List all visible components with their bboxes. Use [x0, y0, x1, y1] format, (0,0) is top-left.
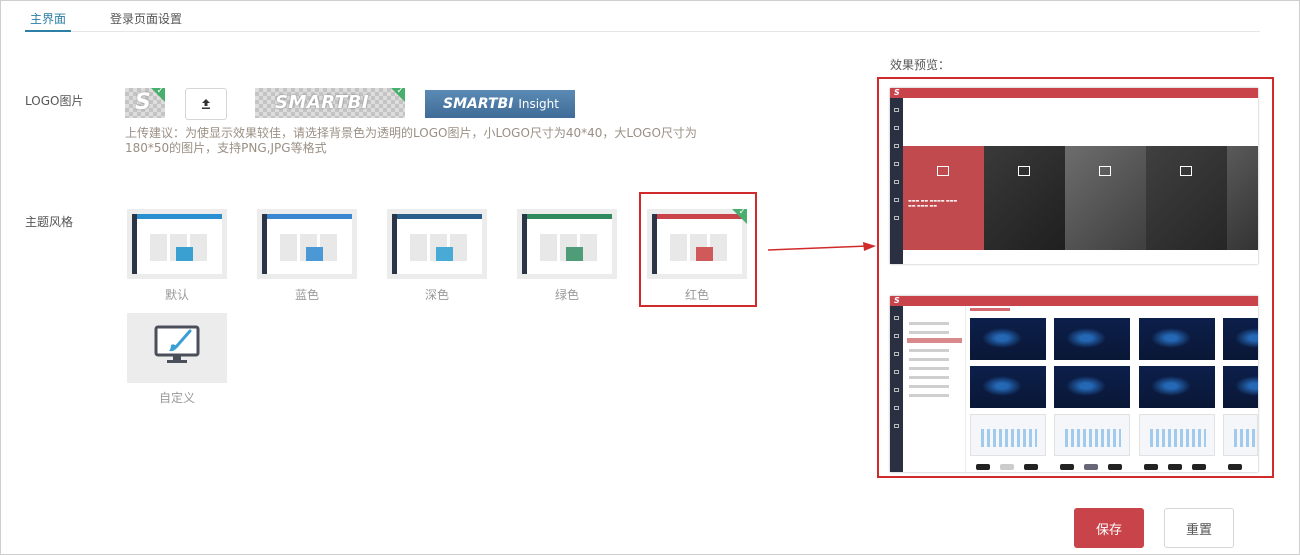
small-logo-text: S [135, 90, 151, 115]
theme-label: 主题风格 [25, 215, 74, 229]
theme-option-custom[interactable] [127, 313, 227, 383]
theme-option-label: 绿色 [554, 288, 579, 302]
theme-option-label: 蓝色 [294, 288, 319, 302]
monitor-brush-icon [154, 325, 200, 363]
theme-option-default[interactable]: 默认 [127, 209, 227, 302]
small-logo-preview[interactable]: S ✓ [125, 88, 165, 118]
check-icon: ✓ [396, 88, 404, 96]
preview-title: 效果预览： [890, 58, 951, 72]
preview-dashboard-screenshot: S [890, 296, 1258, 472]
check-icon: ✓ [156, 88, 164, 96]
theme-option-green[interactable]: 绿色 [517, 209, 617, 302]
selected-theme-highlight [639, 192, 757, 307]
theme-option-label: 默认 [164, 288, 189, 302]
tab-bar: 主界面 登录页面设置 [25, 6, 1260, 32]
theme-option-custom-label: 自定义 [158, 391, 195, 405]
upload-logo-button[interactable] [185, 88, 227, 120]
arrow-icon [768, 242, 876, 251]
preview-home-screenshot: S ▬▬▬ ▬▬ ▬▬▬▬ ▬▬▬ ▬▬ ▬▬▬ ▬▬ [890, 88, 1258, 264]
insight-logo-text: SMARTBI Insight [443, 96, 559, 112]
insight-logo-preview[interactable]: SMARTBI Insight [425, 90, 575, 118]
upload-icon [202, 99, 210, 109]
tab-login-page-settings[interactable]: 登录页面设置 [110, 10, 182, 32]
reset-button[interactable]: 重置 [1164, 508, 1234, 548]
logo-upload-hint: 上传建议：为使显示效果较佳，请选择背景色为透明的LOGO图片，小LOGO尺寸为4… [125, 126, 697, 155]
large-logo-text: SMARTBI [275, 92, 370, 113]
theme-option-dark[interactable]: 深色 [387, 209, 487, 302]
tab-main-interface[interactable]: 主界面 [25, 10, 71, 32]
logo-label: LOGO图片 [25, 94, 84, 108]
theme-option-blue[interactable]: 蓝色 [257, 209, 357, 302]
theme-option-label: 深色 [424, 288, 449, 302]
save-button[interactable]: 保存 [1074, 508, 1144, 548]
large-logo-preview[interactable]: SMARTBI ✓ [255, 88, 405, 118]
